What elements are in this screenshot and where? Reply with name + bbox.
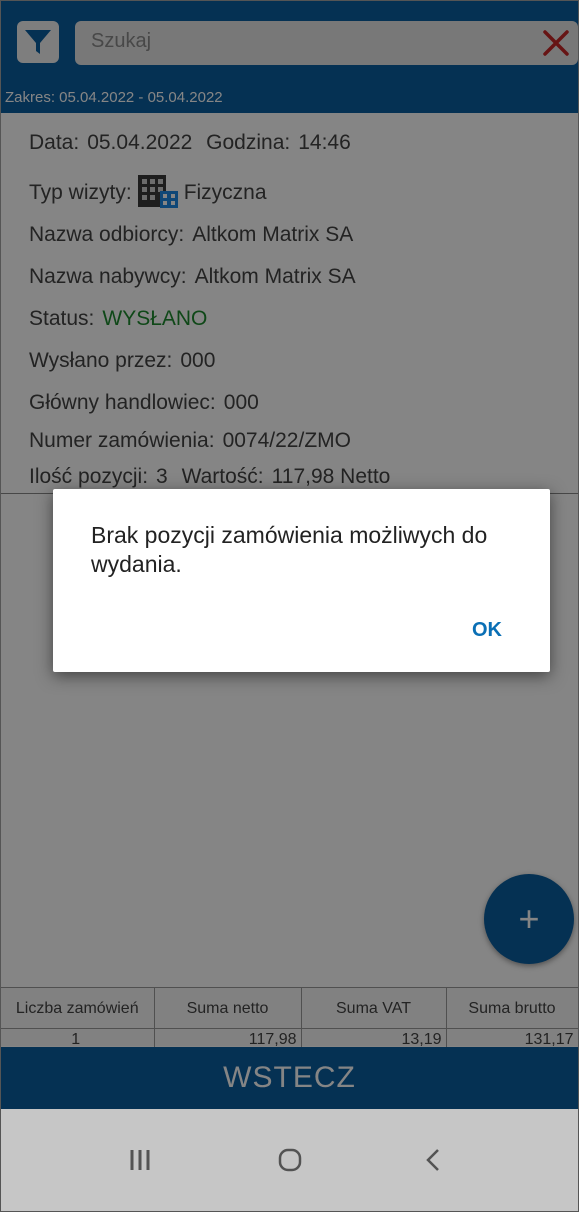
dialog-message: Brak pozycji zamówienia możliwych do wyd… [91, 522, 488, 577]
app-screen: Szukaj Zakres: 05.04.2022 - 05.04.2022 D… [0, 0, 579, 1212]
nav-scrim [1, 1109, 578, 1211]
alert-dialog: Brak pozycji zamówienia możliwych do wyd… [53, 489, 550, 672]
dialog-ok-button[interactable]: OK [466, 615, 508, 646]
